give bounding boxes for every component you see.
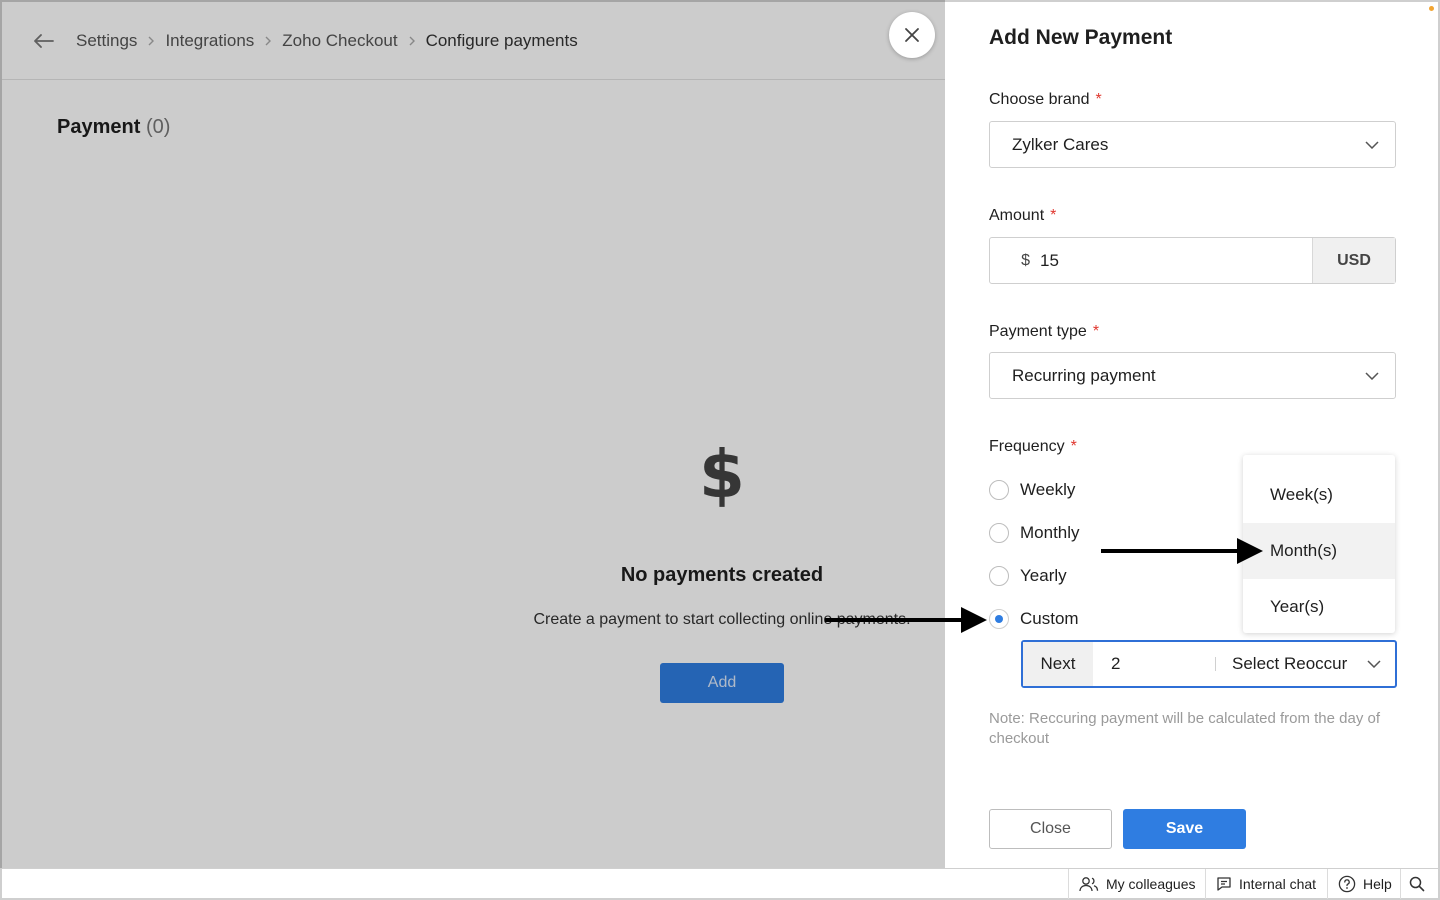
amount-field[interactable]: $ 15 USD xyxy=(989,237,1396,284)
amount-input[interactable]: 15 xyxy=(1038,238,1312,283)
reoccur-dropdown-menu: Week(s) Month(s) Year(s) xyxy=(1243,455,1395,633)
chevron-down-icon xyxy=(1367,660,1381,668)
chevron-down-icon xyxy=(1365,371,1379,380)
brand-select[interactable]: Zylker Cares xyxy=(989,121,1396,168)
custom-frequency-field: Next 2 Select Reoccur xyxy=(1021,640,1397,688)
close-drawer-button[interactable] xyxy=(889,12,935,58)
amount-label: Amount * xyxy=(989,207,1056,225)
frequency-option-monthly[interactable]: Monthly xyxy=(989,523,1080,543)
close-button[interactable]: Close xyxy=(989,809,1112,849)
help-label: Help xyxy=(1363,876,1392,892)
chevron-down-icon xyxy=(1365,140,1379,149)
search-icon xyxy=(1409,876,1425,892)
currency-unit: USD xyxy=(1312,238,1395,283)
payment-type-label: Payment type * xyxy=(989,323,1099,341)
modal-overlay[interactable] xyxy=(0,0,945,868)
reoccur-option-weeks[interactable]: Week(s) xyxy=(1243,467,1395,523)
help-icon xyxy=(1338,875,1356,893)
close-icon xyxy=(905,28,919,42)
payment-type-value: Recurring payment xyxy=(1012,365,1156,385)
frequency-option-custom[interactable]: Custom xyxy=(989,609,1079,629)
payment-type-label-text: Payment type xyxy=(989,323,1087,340)
frequency-label: Frequency * xyxy=(989,438,1077,456)
frequency-option-yearly[interactable]: Yearly xyxy=(989,566,1067,586)
chat-icon xyxy=(1216,876,1232,892)
frequency-option-weekly[interactable]: Weekly xyxy=(989,480,1075,500)
required-mark: * xyxy=(1092,323,1100,340)
radio-button[interactable] xyxy=(989,566,1009,586)
reoccur-option-months[interactable]: Month(s) xyxy=(1243,523,1395,579)
required-mark: * xyxy=(1095,91,1102,108)
currency-symbol: $ xyxy=(1021,251,1030,269)
reoccur-option-years[interactable]: Year(s) xyxy=(1243,579,1395,633)
notification-dot xyxy=(1429,6,1434,11)
recurring-note: Note: Reccuring payment will be calculat… xyxy=(989,710,1381,747)
radio-label: Weekly xyxy=(1020,480,1076,499)
radio-button[interactable] xyxy=(989,480,1009,500)
radio-label: Yearly xyxy=(1020,566,1067,585)
radio-label: Monthly xyxy=(1020,523,1080,542)
brand-label-text: Choose brand xyxy=(989,91,1090,108)
frequency-label-text: Frequency xyxy=(989,438,1065,455)
people-icon xyxy=(1079,876,1099,892)
brand-label: Choose brand * xyxy=(989,91,1102,109)
radio-button[interactable] xyxy=(989,523,1009,543)
custom-interval-input[interactable]: 2 xyxy=(1093,642,1215,686)
amount-label-text: Amount xyxy=(989,207,1045,224)
custom-prefix: Next xyxy=(1023,642,1093,686)
internal-chat-button[interactable]: Internal chat xyxy=(1205,869,1326,899)
required-mark: * xyxy=(1070,438,1077,455)
annotation-arrow-custom xyxy=(825,607,987,633)
my-colleagues-label: My colleagues xyxy=(1106,876,1196,892)
drawer-title: Add New Payment xyxy=(989,26,1173,49)
bottom-bar: My colleagues Internal chat Help xyxy=(0,868,1440,900)
reoccur-select-placeholder: Select Reoccur xyxy=(1232,654,1348,673)
required-mark: * xyxy=(1050,207,1057,224)
radio-button-selected[interactable] xyxy=(989,609,1009,629)
radio-label: Custom xyxy=(1020,609,1079,628)
save-button[interactable]: Save xyxy=(1123,809,1246,849)
help-button[interactable]: Help xyxy=(1327,869,1402,899)
search-button[interactable] xyxy=(1400,869,1433,899)
reoccur-select[interactable]: Select Reoccur xyxy=(1216,642,1395,686)
my-colleagues-button[interactable]: My colleagues xyxy=(1068,869,1206,899)
brand-select-value: Zylker Cares xyxy=(1012,134,1109,154)
add-payment-drawer: Add New Payment Choose brand * Zylker Car… xyxy=(945,0,1440,868)
payment-type-select[interactable]: Recurring payment xyxy=(989,352,1396,399)
annotation-arrow-months xyxy=(1101,538,1263,564)
internal-chat-label: Internal chat xyxy=(1239,876,1317,892)
